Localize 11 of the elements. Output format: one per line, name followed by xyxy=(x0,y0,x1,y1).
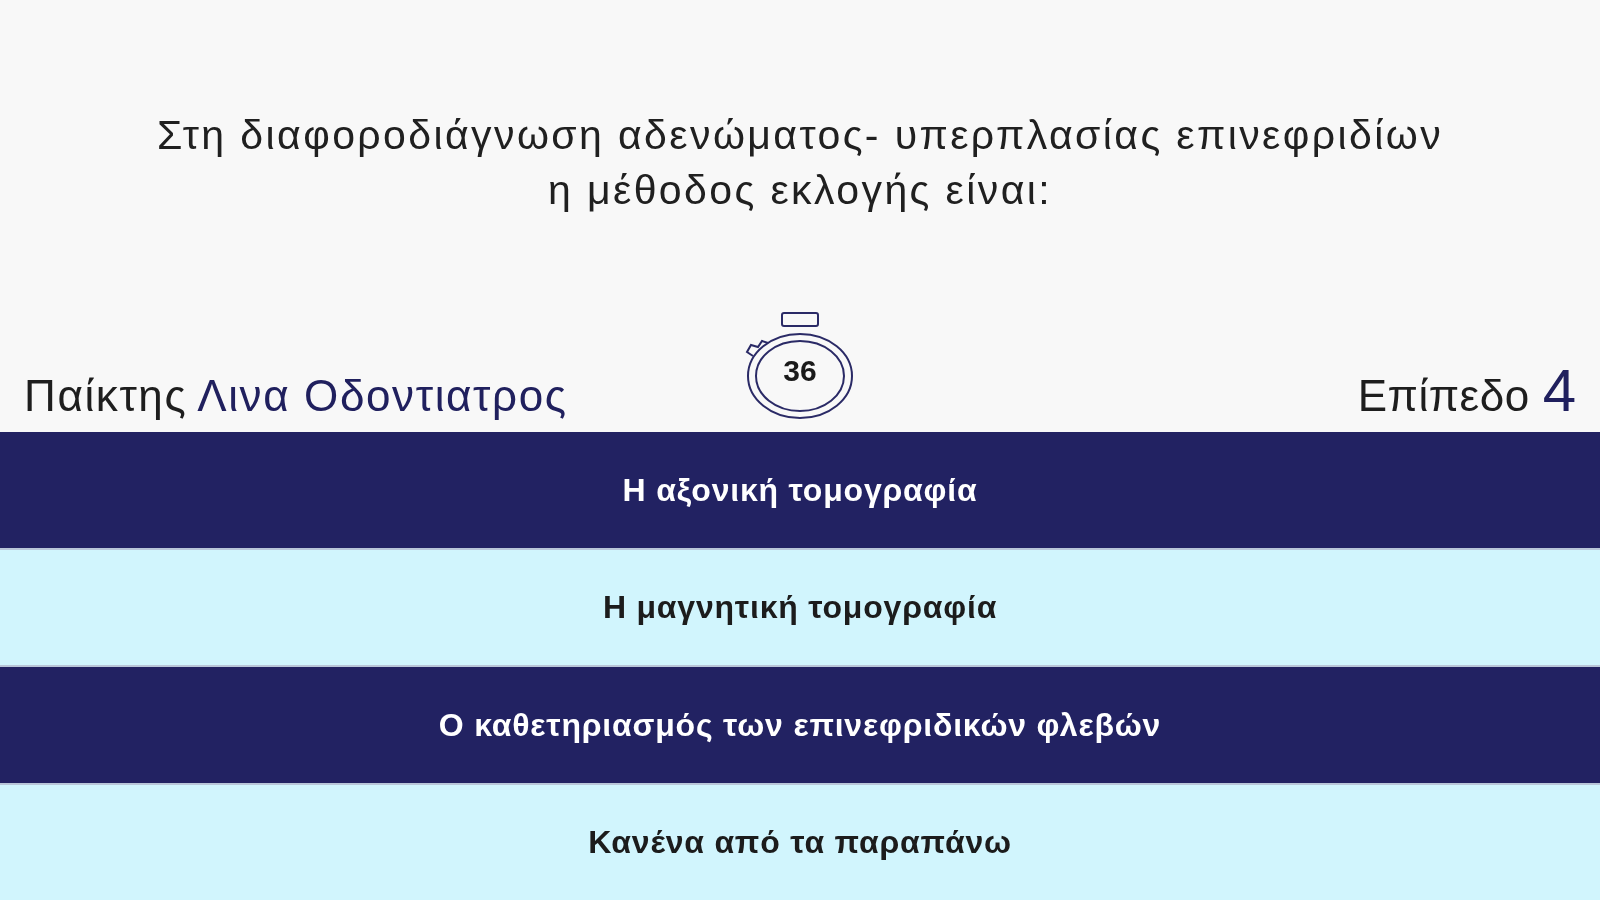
level-label: Επίπεδο xyxy=(1357,370,1530,422)
answer-button[interactable]: Ο καθετηριασμός των επινεφριδικών φλεβών xyxy=(0,667,1600,783)
question-text: Στη διαφοροδιάγνωση αδενώματος- υπερπλασίας επινεφριδίων η μέθοδος εκλογής είναι: xyxy=(155,111,1445,215)
answer-button[interactable]: Η μαγνητική τομογραφία xyxy=(0,549,1600,665)
answer-button[interactable]: Κανένα από τα παραπάνω xyxy=(0,784,1600,900)
answer-button[interactable]: Η αξονική τομογραφία xyxy=(0,432,1600,548)
timer-count: 36 xyxy=(783,356,817,386)
player-label: Παίκτης xyxy=(24,370,188,422)
stopwatch-icon xyxy=(744,312,856,420)
level-number: 4 xyxy=(1542,361,1576,421)
player-name: Λινα Οδοντιατρος xyxy=(197,370,568,422)
